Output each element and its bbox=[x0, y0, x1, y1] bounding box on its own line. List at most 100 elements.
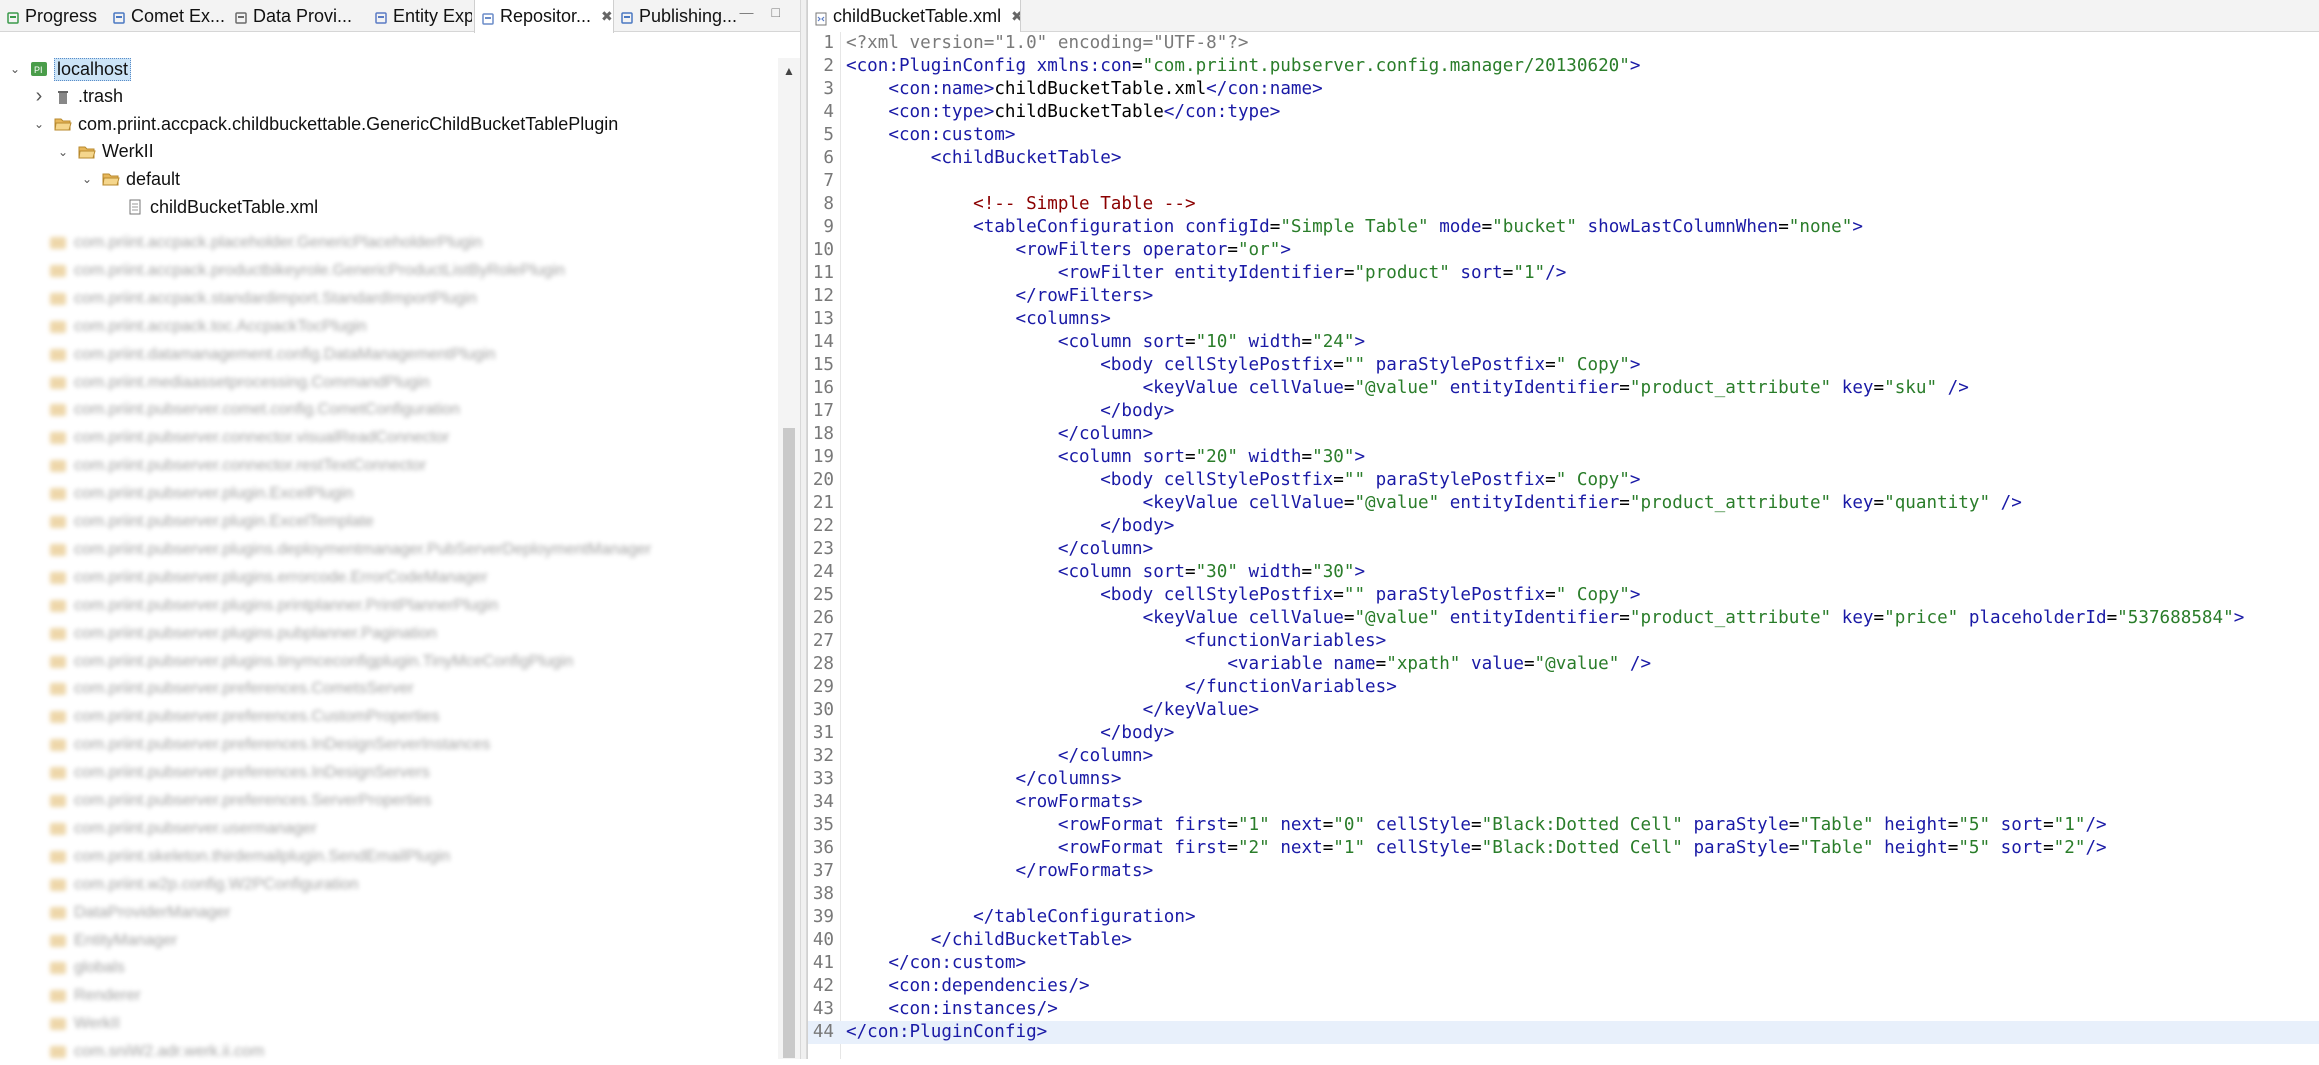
chevron-down-icon[interactable]: ⌄ bbox=[8, 62, 22, 76]
code-line[interactable]: 19 <column sort="20" width="30"> bbox=[808, 446, 2319, 469]
code-line[interactable]: 22 </body> bbox=[808, 515, 2319, 538]
tree-node[interactable]: ⌄ com.priint.accpack.childbuckettable.Gen… bbox=[32, 111, 618, 137]
tree-node-blurred[interactable]: DataProviderManager bbox=[50, 900, 231, 926]
tree-node-blurred[interactable]: com.priint.pubserver.plugin.ExcelTemplat… bbox=[50, 509, 374, 535]
tree-node-blurred[interactable]: com.priint.pubserver.plugins.printplanne… bbox=[50, 593, 498, 619]
code-line[interactable]: 29 </functionVariables> bbox=[808, 676, 2319, 699]
code-line[interactable]: 43 <con:instances/> bbox=[808, 998, 2319, 1021]
tree-node-blurred[interactable]: com.priint.pubserver.preferences.InDesig… bbox=[50, 760, 430, 786]
scrollbar-thumb[interactable] bbox=[783, 428, 795, 1058]
code-line[interactable]: 9 <tableConfiguration configId="Simple T… bbox=[808, 216, 2319, 239]
tree-node-blurred[interactable]: com.priint.accpack.productbikeyrole.Gene… bbox=[50, 258, 565, 284]
editor-tab[interactable]: childBucketTable.xml ✖ bbox=[807, 0, 1021, 33]
tree-node-blurred[interactable]: com.priint.pubserver.connector.visualRea… bbox=[50, 425, 449, 451]
tree-node-blurred[interactable]: com.priint.mediaassetprocessing.CommandP… bbox=[50, 370, 430, 396]
panel-splitter[interactable] bbox=[800, 0, 807, 1059]
tree-node-blurred[interactable]: com.priint.accpack.toc.AccpackTocPlugin bbox=[50, 314, 367, 340]
minimize-icon[interactable]: — bbox=[740, 4, 754, 20]
code-line[interactable]: 4 <con:type>childBucketTable</con:type> bbox=[808, 101, 2319, 124]
code-line[interactable]: 35 <rowFormat first="1" next="0" cellSty… bbox=[808, 814, 2319, 837]
close-icon[interactable]: ✖ bbox=[601, 8, 613, 25]
tree-node-blurred[interactable]: com.priint.pubserver.plugins.errorcode.E… bbox=[50, 565, 488, 591]
code-line[interactable]: 31 </body> bbox=[808, 722, 2319, 745]
tree-node[interactable]: childBucketTable.xml bbox=[104, 194, 318, 220]
code-line[interactable]: 36 <rowFormat first="2" next="1" cellSty… bbox=[808, 837, 2319, 860]
tree-node-blurred[interactable]: com.priint.pubserver.preferences.CometsS… bbox=[50, 676, 414, 702]
code-line[interactable]: 10 <rowFilters operator="or"> bbox=[808, 239, 2319, 262]
tab-progress[interactable]: Progress bbox=[0, 0, 104, 32]
code-line[interactable]: 30 </keyValue> bbox=[808, 699, 2319, 722]
tab-repositor[interactable]: Repositor... ✖ bbox=[474, 0, 614, 33]
code-line[interactable]: 18 </column> bbox=[808, 423, 2319, 446]
tree-node-blurred[interactable]: com.priint.pubserver.preferences.ServerP… bbox=[50, 788, 432, 814]
tab-comet-ex[interactable]: Comet Ex... bbox=[106, 0, 226, 32]
tree-node-blurred[interactable]: com.priint.pubserver.plugins.pubplanner.… bbox=[50, 621, 437, 647]
tree-node-blurred[interactable]: Renderer bbox=[50, 983, 141, 1009]
code-line[interactable]: 12 </rowFilters> bbox=[808, 285, 2319, 308]
code-line[interactable]: 2 <con:PluginConfig xmlns:con="com.priint… bbox=[808, 55, 2319, 78]
chevron-down-icon[interactable]: ⌄ bbox=[56, 145, 70, 159]
tree-node-blurred[interactable]: com.priint.skeleton.thirdemailplugin.Sen… bbox=[50, 844, 450, 870]
code-line[interactable]: 3 <con:name>childBucketTable.xml</con:na… bbox=[808, 78, 2319, 101]
code-line[interactable]: 25 <body cellStylePostfix="" paraStylePo… bbox=[808, 584, 2319, 607]
code-line[interactable]: 17 </body> bbox=[808, 400, 2319, 423]
chevron-down-icon[interactable]: ⌄ bbox=[80, 172, 94, 186]
tree-node-blurred[interactable]: com.priint.pubserver.usermanager bbox=[50, 816, 317, 842]
code-line[interactable]: 1 <?xml version="1.0" encoding="UTF-8"?> bbox=[808, 32, 2319, 55]
tree-node-blurred[interactable]: com.priint.pubserver.plugins.deploymentm… bbox=[50, 537, 651, 563]
scroll-up-icon[interactable]: ▲ bbox=[783, 64, 795, 78]
tab-entity-expl[interactable]: Entity Expl... bbox=[368, 0, 472, 32]
code-line[interactable]: 24 <column sort="30" width="30"> bbox=[808, 561, 2319, 584]
tree-node-blurred[interactable]: com.priint.pubserver.preferences.InDesig… bbox=[50, 732, 490, 758]
tree-node-blurred[interactable]: com.priint.pubserver.plugins.tinymceconf… bbox=[50, 649, 573, 675]
tree-node-blurred[interactable]: EntityManager bbox=[50, 928, 177, 954]
tab-publishing[interactable]: Publishing... bbox=[614, 0, 754, 32]
code-line[interactable]: 13 <columns> bbox=[808, 308, 2319, 331]
tree-node-blurred[interactable]: com.priint.datamanagement.config.DataMan… bbox=[50, 342, 496, 368]
code-line[interactable]: 44 </con:PluginConfig> bbox=[808, 1021, 2319, 1044]
code-line[interactable]: 38 bbox=[808, 883, 2319, 906]
tree-node-blurred[interactable]: com.priint.pubserver.plugin.ExcelPlugin bbox=[50, 481, 353, 507]
xml-source-editor[interactable]: 1 <?xml version="1.0" encoding="UTF-8"?> 2… bbox=[807, 32, 2319, 1059]
code-line[interactable]: 32 </column> bbox=[808, 745, 2319, 768]
code-line[interactable]: 23 </column> bbox=[808, 538, 2319, 561]
maximize-icon[interactable]: □ bbox=[772, 4, 780, 20]
tree-node-blurred[interactable]: com.priint.accpack.standardimport.Standa… bbox=[50, 286, 477, 312]
code-line[interactable]: 20 <body cellStylePostfix="" paraStylePo… bbox=[808, 469, 2319, 492]
code-line[interactable]: 21 <keyValue cellValue="@value" entityId… bbox=[808, 492, 2319, 515]
code-line[interactable]: 37 </rowFormats> bbox=[808, 860, 2319, 883]
code-line[interactable]: 7 bbox=[808, 170, 2319, 193]
code-line[interactable]: 11 <rowFilter entityIdentifier="product"… bbox=[808, 262, 2319, 285]
tree-node-blurred[interactable]: com.priint.accpack.placeholder.GenericPl… bbox=[50, 230, 482, 256]
tree-node-blurred[interactable]: WerkII bbox=[50, 1011, 120, 1037]
code-line[interactable]: 27 <functionVariables> bbox=[808, 630, 2319, 653]
chevron-down-icon[interactable]: ⌄ bbox=[32, 117, 46, 131]
tree-vertical-scrollbar[interactable]: ▲ bbox=[778, 58, 800, 1059]
code-line[interactable]: 8 <!-- Simple Table --> bbox=[808, 193, 2319, 216]
tree-node[interactable]: ⌄ WerkII bbox=[56, 139, 154, 165]
tree-node[interactable]: › .trash bbox=[32, 84, 123, 110]
tree-node-blurred[interactable]: com.sniW2.adr.werk.ii.com bbox=[50, 1039, 264, 1065]
code-line[interactable]: 34 <rowFormats> bbox=[808, 791, 2319, 814]
tree-node[interactable]: ⌄ PI localhost bbox=[8, 56, 132, 82]
tree-node-blurred[interactable]: globals bbox=[50, 955, 125, 981]
chevron-right-icon[interactable]: › bbox=[32, 85, 46, 108]
tree-node-blurred[interactable]: com.priint.pubserver.preferences.CustomP… bbox=[50, 704, 440, 730]
code-line[interactable]: 33 </columns> bbox=[808, 768, 2319, 791]
code-line[interactable]: 5 <con:custom> bbox=[808, 124, 2319, 147]
code-line[interactable]: 42 <con:dependencies/> bbox=[808, 975, 2319, 998]
code-line[interactable]: 41 </con:custom> bbox=[808, 952, 2319, 975]
tree-node[interactable]: ⌄ default bbox=[80, 166, 180, 192]
tree-node-blurred[interactable]: com.priint.w2p.config.W2PConfiguration bbox=[50, 872, 359, 898]
tab-data-provi[interactable]: Data Provi... bbox=[228, 0, 366, 32]
code-line[interactable]: 6 <childBucketTable> bbox=[808, 147, 2319, 170]
code-line[interactable]: 15 <body cellStylePostfix="" paraStylePo… bbox=[808, 354, 2319, 377]
code-line[interactable]: 40 </childBucketTable> bbox=[808, 929, 2319, 952]
close-icon[interactable]: ✖ bbox=[1011, 8, 1020, 25]
code-line[interactable]: 39 </tableConfiguration> bbox=[808, 906, 2319, 929]
code-line[interactable]: 28 <variable name="xpath" value="@value"… bbox=[808, 653, 2319, 676]
code-line[interactable]: 14 <column sort="10" width="24"> bbox=[808, 331, 2319, 354]
tree-node-blurred[interactable]: com.priint.pubserver.connector.restTextC… bbox=[50, 453, 426, 479]
code-line[interactable]: 26 <keyValue cellValue="@value" entityId… bbox=[808, 607, 2319, 630]
code-line[interactable]: 16 <keyValue cellValue="@value" entityId… bbox=[808, 377, 2319, 400]
